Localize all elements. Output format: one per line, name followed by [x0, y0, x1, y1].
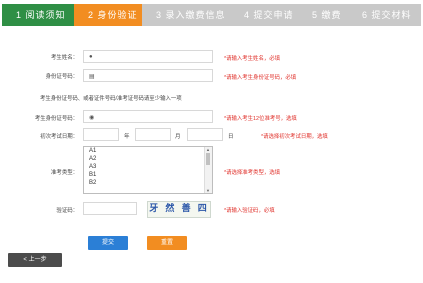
name-label: 考生姓名： — [51, 55, 78, 61]
exam-month-input[interactable] — [135, 128, 171, 141]
category-option[interactable]: A1 — [84, 147, 212, 155]
month-unit: 月 — [175, 134, 181, 140]
category-option[interactable]: A2 — [84, 155, 212, 163]
step-2-label: 2 身份验证 — [88, 10, 138, 20]
step-progress-bar: 1 阅读须知 2 身份验证 3 录入缴费信息 4 提交申请 5 缴费 6 提交材… — [2, 4, 421, 26]
scroll-down-icon[interactable]: ▼ — [206, 188, 210, 193]
scroll-up-icon[interactable]: ▲ — [206, 147, 210, 152]
name-hint: *请输入考生姓名，必填 — [224, 56, 281, 62]
cert-number-input[interactable]: ◉ — [83, 110, 213, 123]
exam-date-hint: *请选择初次考试日期，选填 — [261, 134, 328, 140]
category-hint: *请选择准考类型，选填 — [224, 170, 281, 176]
id-card-icon: ▤ — [89, 74, 95, 80]
day-unit: 日 — [228, 134, 234, 140]
step-1-label: 1 阅读须知 — [16, 10, 66, 20]
captcha-label: 验证码： — [56, 208, 78, 214]
user-icon: ● — [89, 54, 93, 60]
captcha-image[interactable]: 牙 然 善 四 — [147, 201, 211, 218]
category-option[interactable]: B2 — [84, 179, 212, 187]
category-listbox[interactable]: A1 A2 A3 B1 B2 ▲ ▼ — [83, 146, 213, 194]
step-4: 4 提交申请 — [230, 4, 298, 26]
captcha-input[interactable] — [83, 202, 137, 215]
exam-year-input[interactable] — [83, 128, 119, 141]
id-requirement-note: 考生身份证号码、或者证件号码/准考证号码请至少输入一项 — [40, 96, 182, 102]
prev-step-button[interactable]: < 上一步 — [8, 253, 62, 267]
step-3: 3 录入缴费信息 — [142, 4, 230, 26]
cert-number-hint: *请输入考生12位准考号，选填 — [224, 116, 297, 122]
exam-date-label: 初次考试日期： — [40, 134, 78, 140]
submit-button[interactable]: 提交 — [88, 236, 128, 250]
step-6: 6 提交材料 — [348, 4, 421, 26]
reset-button[interactable]: 重置 — [147, 236, 187, 250]
step-4-label: 4 提交申请 — [244, 10, 294, 20]
category-label: 准考类型： — [51, 170, 78, 176]
step-5: 5 缴费 — [298, 4, 348, 26]
step-6-label: 6 提交材料 — [362, 10, 412, 20]
id-number-hint: *请输入考生身份证号码，必填 — [224, 75, 297, 81]
captcha-hint: *请输入验证码，必填 — [224, 208, 275, 214]
step-5-label: 5 缴费 — [312, 10, 342, 20]
step-1: 1 阅读须知 — [2, 4, 74, 26]
step-3-label: 3 录入缴费信息 — [156, 10, 226, 20]
category-option[interactable]: A3 — [84, 163, 212, 171]
id-number-input[interactable]: ▤ — [83, 69, 213, 82]
name-input[interactable]: ● — [83, 50, 213, 63]
id-number-label: 身份证号码： — [45, 74, 78, 80]
category-option[interactable]: B1 — [84, 171, 212, 179]
badge-icon: ◉ — [89, 115, 95, 121]
exam-day-input[interactable] — [187, 128, 223, 141]
listbox-scrollbar[interactable]: ▲ ▼ — [204, 147, 212, 193]
year-unit: 年 — [124, 134, 130, 140]
scrollbar-thumb[interactable] — [206, 153, 210, 165]
cert-number-label: 考生身份证号码： — [34, 116, 78, 122]
step-2: 2 身份验证 — [74, 4, 142, 26]
